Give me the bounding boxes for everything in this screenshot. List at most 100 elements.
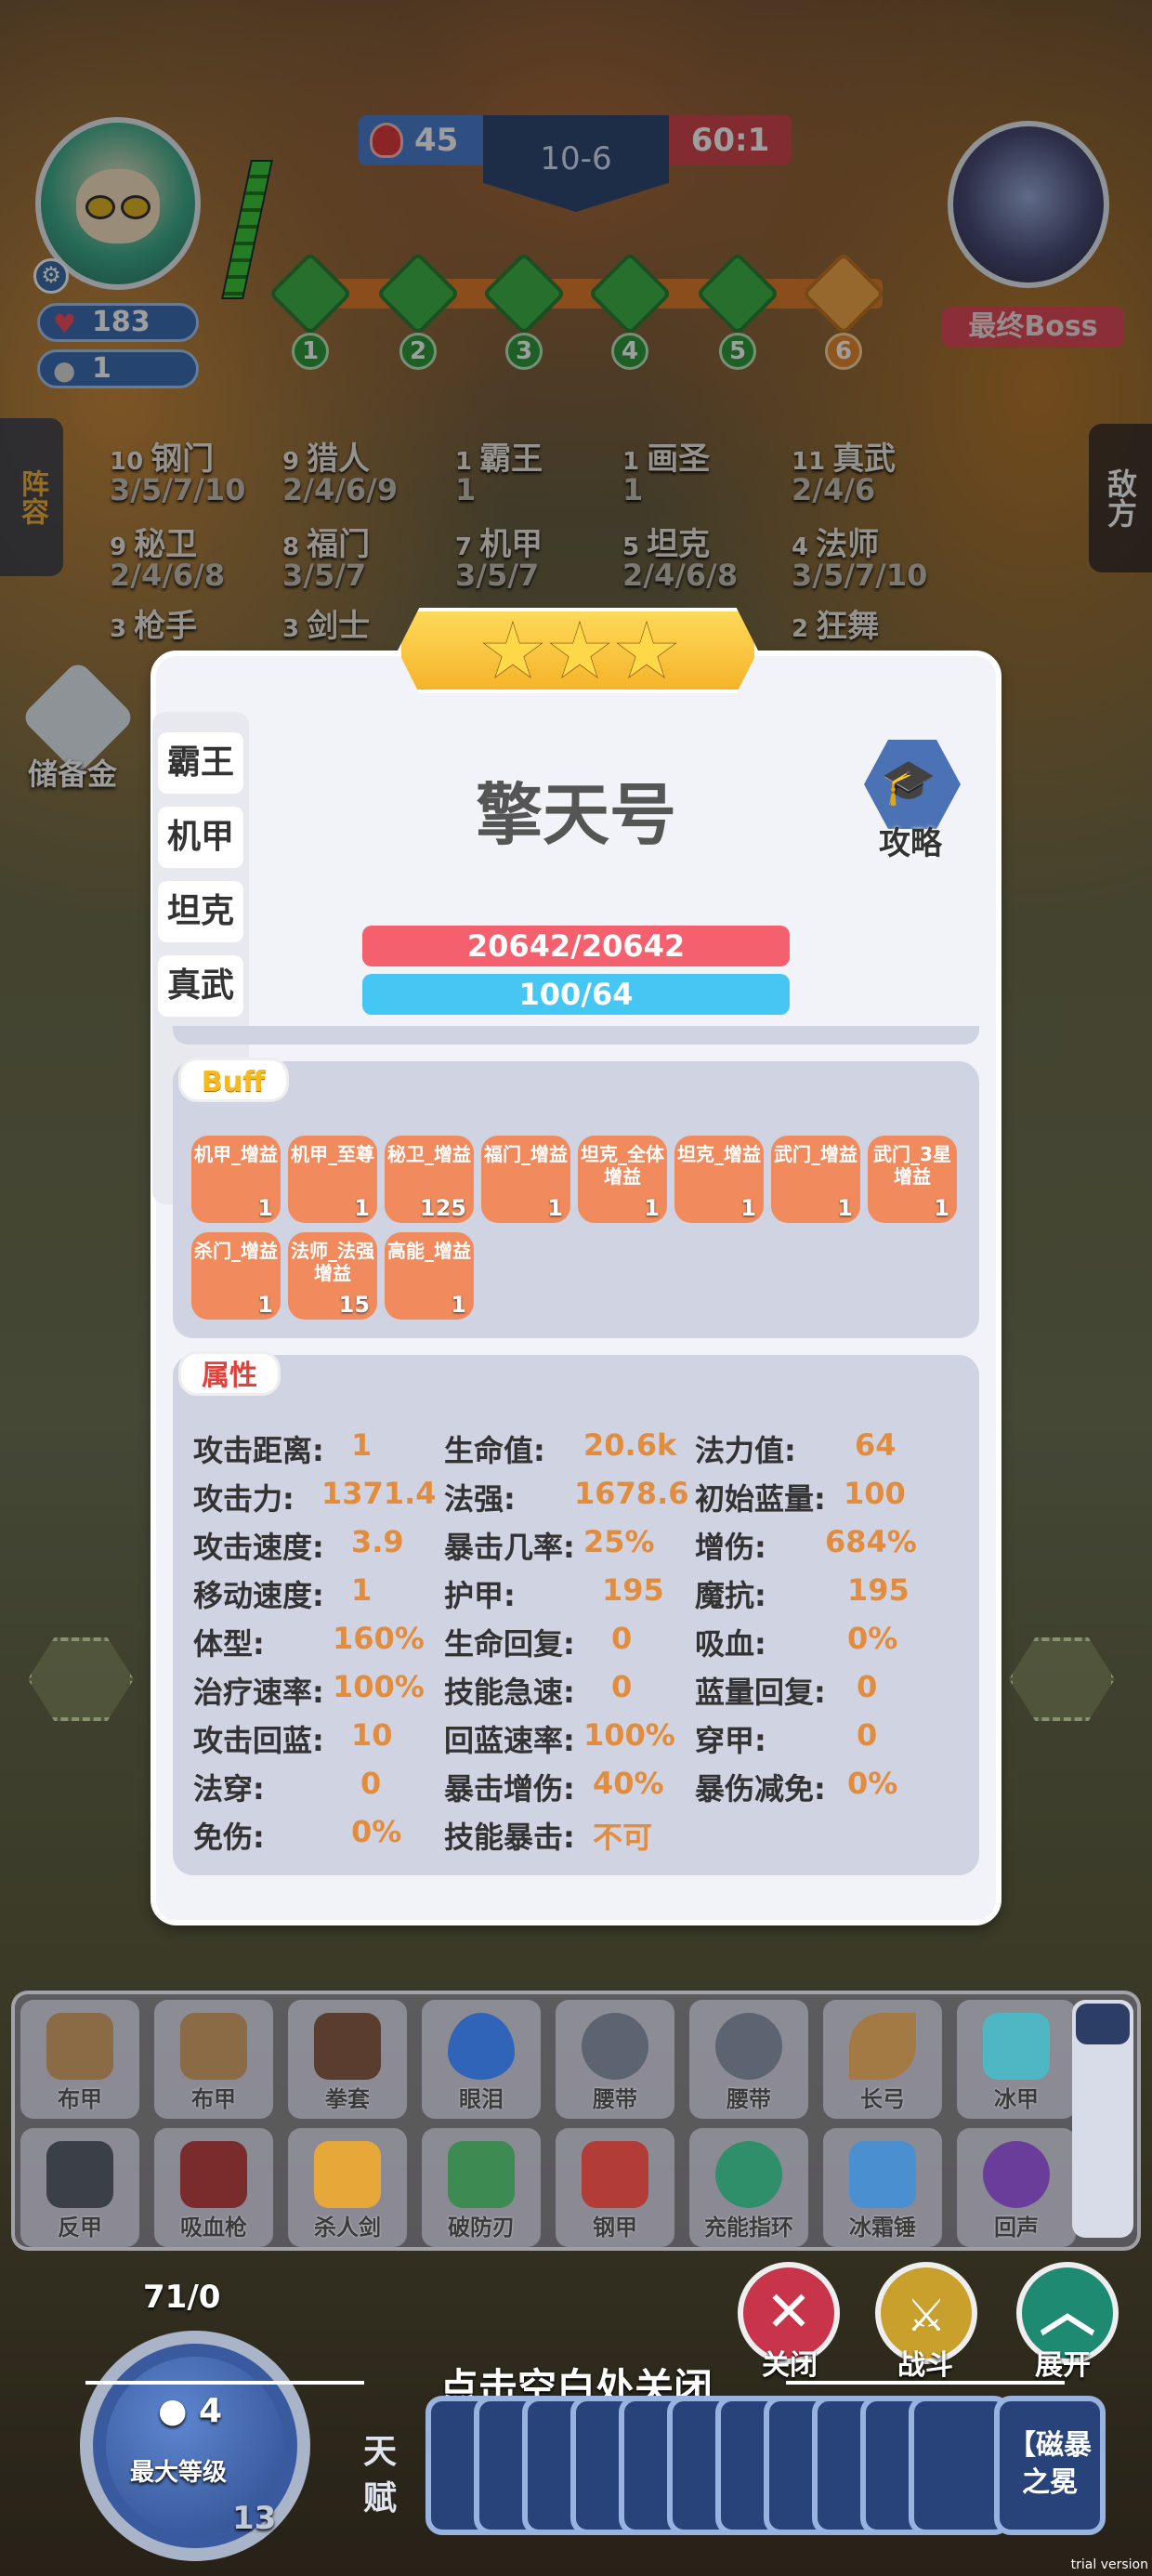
inventory-item[interactable]: 冰甲 <box>957 2000 1076 2119</box>
inventory-item[interactable]: 杀人剑 <box>288 2128 407 2247</box>
attr-key: 穿甲: <box>695 1723 766 1758</box>
attr-key: 生命值: <box>444 1433 545 1468</box>
gun-icon <box>180 2141 247 2208</box>
attr-key: 暴伤减免: <box>695 1771 826 1807</box>
inventory-item[interactable]: 腰带 <box>556 2000 674 2119</box>
attr-value: 10 <box>351 1717 393 1753</box>
inventory-item[interactable]: 布甲 <box>154 2000 273 2119</box>
talent-label: 天赋 <box>362 2433 397 2517</box>
item-label: 杀人剑 <box>314 2215 381 2241</box>
buff-label: 机甲_至尊 <box>291 1143 374 1165</box>
mana-bar: 100/64 <box>362 974 790 1015</box>
attr-value: 0 <box>611 1669 633 1704</box>
inventory-item[interactable]: 钢甲 <box>556 2128 674 2247</box>
inventory-item[interactable]: 拳套 <box>288 2000 407 2119</box>
attr-value: 100 <box>844 1476 906 1511</box>
buff-chip[interactable]: 秘卫_增益 125 <box>385 1136 474 1223</box>
attr-value: 0 <box>611 1621 633 1656</box>
graduation-cap-icon: 🎓 <box>881 756 936 808</box>
attr-value: 0% <box>847 1766 898 1801</box>
buff-title: Buff <box>178 1058 289 1102</box>
inventory-item[interactable]: 吸血枪 <box>154 2128 273 2247</box>
attr-key: 蓝量回复: <box>695 1675 826 1710</box>
inventory-item[interactable]: 长弓 <box>823 2000 942 2119</box>
inventory-item[interactable]: 回声 <box>957 2128 1076 2247</box>
armor-icon <box>46 2013 113 2080</box>
buff-chip[interactable]: 杀门_增益 1 <box>191 1232 281 1320</box>
attr-value: 195 <box>847 1572 910 1608</box>
buff-chip[interactable]: 高能_增益 1 <box>385 1232 474 1320</box>
inventory-scroll-thumb[interactable] <box>1076 2004 1130 2044</box>
attr-value: 1 <box>351 1572 373 1608</box>
star-icon <box>484 623 542 677</box>
buff-chip[interactable]: 武门_3星增益 1 <box>868 1136 957 1223</box>
guide-button[interactable]: 🎓 攻略 <box>855 740 966 862</box>
chevron-up-icon: ︿ <box>1040 2280 1095 2345</box>
attribute-title: 属性 <box>178 1351 281 1396</box>
attr-value: 100% <box>583 1717 675 1753</box>
tear-icon <box>448 2013 515 2080</box>
attr-value: 684% <box>825 1524 917 1559</box>
inventory-item[interactable]: 充能指环 <box>689 2128 808 2247</box>
panel-divider <box>173 1026 979 1045</box>
ice-armor-icon <box>983 2013 1050 2080</box>
star-icon <box>618 623 675 677</box>
inventory-item[interactable]: 布甲 <box>20 2000 139 2119</box>
buff-chip[interactable]: 福门_增益 1 <box>481 1136 570 1223</box>
inventory-item[interactable]: 反甲 <box>20 2128 139 2247</box>
belt-icon <box>582 2013 648 2080</box>
buff-chip[interactable]: 机甲_至尊 1 <box>288 1136 377 1223</box>
buff-count: 125 <box>419 1195 466 1221</box>
attr-value: 40% <box>593 1766 664 1801</box>
steel-armor-icon <box>582 2141 648 2208</box>
attr-key: 攻击距离: <box>193 1433 324 1468</box>
item-label: 吸血枪 <box>180 2215 247 2241</box>
inventory-item[interactable]: 冰霜锤 <box>823 2128 942 2247</box>
attr-value: 25% <box>583 1524 655 1559</box>
attr-key: 回蓝速率: <box>444 1723 575 1758</box>
star-rank-banner <box>398 608 758 693</box>
armor-icon <box>180 2013 247 2080</box>
watermark: trial version <box>1070 2557 1148 2572</box>
inventory-item[interactable]: 破防刃 <box>422 2128 541 2247</box>
inventory-item[interactable]: 眼泪 <box>422 2000 541 2119</box>
attr-key: 吸血: <box>695 1626 766 1662</box>
attr-key: 护甲: <box>444 1578 516 1613</box>
attr-key: 移动速度: <box>193 1578 324 1613</box>
attr-key: 技能暴击: <box>444 1820 575 1855</box>
inventory-item[interactable]: 腰带 <box>689 2000 808 2119</box>
attr-value: 不可 <box>593 1820 653 1855</box>
item-label: 拳套 <box>325 2086 370 2112</box>
item-label: 布甲 <box>58 2086 102 2112</box>
buff-chip[interactable]: 机甲_增益 1 <box>191 1136 281 1223</box>
item-label: 腰带 <box>727 2086 771 2112</box>
item-label: 回声 <box>994 2215 1039 2241</box>
sword-icon <box>314 2141 381 2208</box>
buff-count: 1 <box>934 1195 949 1221</box>
buff-label: 坦克_增益 <box>677 1143 761 1165</box>
item-label: 长弓 <box>860 2086 905 2112</box>
attribute-row: 攻击力: 1371.4 法强: 1678.6 初始蓝量: 100 <box>193 1476 974 1524</box>
trait-tab[interactable]: 真武 <box>158 955 243 1017</box>
buff-chip[interactable]: 武门_增益 1 <box>771 1136 860 1223</box>
attr-key: 技能急速: <box>444 1675 575 1710</box>
ring-icon <box>715 2141 782 2208</box>
trait-tab[interactable]: 机甲 <box>158 807 243 868</box>
buff-chip[interactable]: 法师_法强增益 15 <box>288 1232 377 1320</box>
item-label: 腰带 <box>593 2086 637 2112</box>
attr-key: 暴击几率: <box>444 1530 575 1565</box>
attr-key: 法穿: <box>193 1771 265 1807</box>
trait-tab[interactable]: 霸王 <box>158 732 243 794</box>
buff-label: 法师_法强增益 <box>291 1240 374 1284</box>
close-icon: ✕ <box>765 2280 813 2345</box>
attr-key: 体型: <box>193 1626 265 1662</box>
attr-key: 增伤: <box>695 1530 766 1565</box>
attribute-row: 体型: 160% 生命回复: 0 吸血: 0% <box>193 1621 974 1669</box>
buff-chip[interactable]: 坦克_全体增益 1 <box>578 1136 667 1223</box>
buff-chip[interactable]: 坦克_增益 1 <box>674 1136 764 1223</box>
talent-card-last[interactable]: 【磁暴之冕 <box>994 2396 1106 2535</box>
attr-value: 100% <box>333 1669 425 1704</box>
trait-tab[interactable]: 坦克 <box>158 881 243 942</box>
level-small-number: 13 <box>232 2500 277 2537</box>
attr-key: 免伤: <box>193 1820 265 1855</box>
